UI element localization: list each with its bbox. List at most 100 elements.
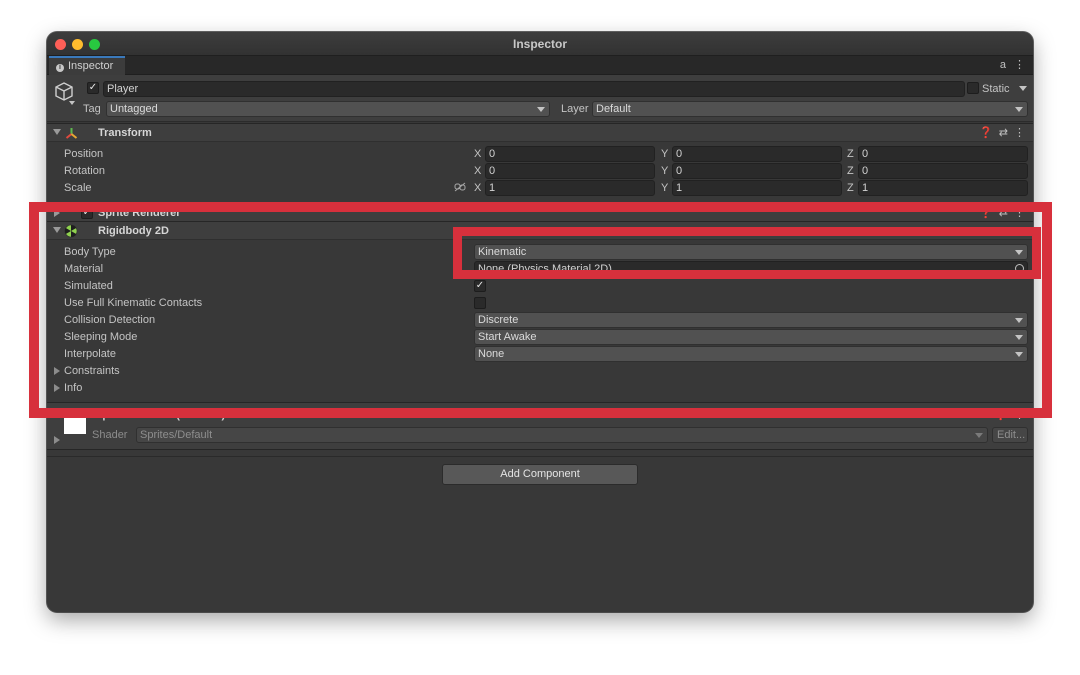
- gameobject-cube-icon: [55, 82, 73, 101]
- foldout-arrow-icon[interactable]: [54, 209, 60, 217]
- collision-detection-dropdown[interactable]: Discrete: [474, 312, 1028, 328]
- scale-z-field[interactable]: 1: [858, 180, 1028, 196]
- rigidbody-body: Body Type Kinematic Material None (Physi…: [47, 241, 1033, 401]
- interpolate-value: None: [478, 348, 505, 360]
- foldout-arrow-icon[interactable]: [53, 129, 61, 135]
- constrain-proportions-icon[interactable]: [454, 182, 466, 192]
- more-options-icon[interactable]: ⋮: [1014, 207, 1025, 219]
- help-icon[interactable]: ❓: [979, 207, 993, 219]
- simulated-label: Simulated: [64, 280, 113, 292]
- foldout-arrow-icon[interactable]: [54, 436, 60, 444]
- object-header: ✓ Player Static Tag Untagged Layer Defau…: [47, 75, 1033, 122]
- tab-inspector[interactable]: i Inspector: [49, 56, 125, 75]
- window-title: Inspector: [512, 37, 567, 51]
- axis-z-label: Z: [847, 148, 854, 160]
- body-type-value: Kinematic: [478, 246, 527, 258]
- axis-z-label: Z: [847, 165, 854, 177]
- axis-y-label: Y: [661, 148, 669, 160]
- add-component-separator: [47, 456, 1033, 457]
- rigidbody-icon: [64, 224, 78, 238]
- axis-x-label: X: [474, 182, 482, 194]
- rotation-z-field[interactable]: 0: [858, 163, 1028, 179]
- shader-value: Sprites/Default: [140, 429, 213, 441]
- tab-bar: i Inspector a ⋮: [47, 56, 1033, 75]
- constraints-foldout-icon[interactable]: [54, 367, 60, 375]
- simulated-checkbox[interactable]: ✓: [474, 280, 486, 292]
- full-kinematic-contacts-checkbox[interactable]: [474, 297, 486, 309]
- axis-z-label: Z: [847, 182, 854, 194]
- object-name-field[interactable]: Player: [103, 81, 965, 97]
- info-foldout-icon[interactable]: [54, 384, 60, 392]
- axis-x-label: X: [474, 148, 482, 160]
- scale-label: Scale: [64, 182, 92, 194]
- object-picker-icon[interactable]: [1015, 264, 1024, 273]
- rotation-label: Rotation: [64, 165, 105, 177]
- more-options-icon[interactable]: ⋮: [1014, 409, 1025, 421]
- layer-dropdown[interactable]: Default: [592, 101, 1028, 117]
- help-icon[interactable]: ❓: [979, 127, 993, 139]
- sleeping-mode-dropdown[interactable]: Start Awake: [474, 329, 1028, 345]
- static-label: Static: [982, 83, 1010, 95]
- inspector-window: Inspector i Inspector a ⋮ ✓ Player Static …: [47, 32, 1033, 612]
- sleeping-mode-label: Sleeping Mode: [64, 331, 138, 343]
- position-label: Position: [64, 148, 104, 160]
- position-z-field[interactable]: 0: [858, 146, 1028, 162]
- interpolate-dropdown[interactable]: None: [474, 346, 1028, 362]
- material-label: Material: [64, 263, 104, 275]
- layer-value: Default: [596, 103, 631, 115]
- preset-icon[interactable]: ⇄: [999, 207, 1008, 219]
- rigidbody-title: Rigidbody 2D: [98, 225, 169, 237]
- info-label[interactable]: Info: [64, 382, 82, 394]
- sprite-renderer-enabled-checkbox[interactable]: ✓: [81, 207, 93, 219]
- preset-icon[interactable]: ⇄: [999, 127, 1008, 139]
- position-x-field[interactable]: 0: [485, 146, 655, 162]
- static-dropdown-icon[interactable]: [1019, 86, 1027, 91]
- material-preview-swatch: [64, 412, 86, 434]
- interpolate-label: Interpolate: [64, 348, 116, 360]
- chevron-down-icon: [1015, 318, 1023, 323]
- more-options-icon[interactable]: ⋮: [1014, 127, 1025, 139]
- title-bar: Inspector: [47, 32, 1033, 56]
- add-component-button[interactable]: Add Component: [442, 464, 638, 485]
- scale-x-field[interactable]: 1: [485, 180, 655, 196]
- active-checkbox[interactable]: ✓: [87, 82, 99, 94]
- transform-header[interactable]: Transform ❓ ⇄ ⋮: [47, 123, 1033, 142]
- tag-dropdown[interactable]: Untagged: [106, 101, 550, 117]
- rotation-y-field[interactable]: 0: [672, 163, 842, 179]
- rigidbody-header[interactable]: Rigidbody 2D: [47, 221, 1033, 240]
- help-icon[interactable]: ❓: [994, 409, 1008, 421]
- sprite-renderer-header[interactable]: ✓ Sprite Renderer ❓ ⇄ ⋮: [47, 203, 1033, 222]
- material-title: Sprites-Default (Material): [95, 409, 226, 421]
- layer-label: Layer: [561, 103, 589, 115]
- axis-y-label: Y: [661, 165, 669, 177]
- material-field[interactable]: None (Physics Material 2D): [474, 261, 1028, 277]
- body-type-dropdown[interactable]: Kinematic: [474, 244, 1028, 260]
- position-y-field[interactable]: 0: [672, 146, 842, 162]
- tab-controls: a ⋮: [992, 58, 1025, 71]
- constraints-label[interactable]: Constraints: [64, 365, 120, 377]
- shader-dropdown[interactable]: Sprites/Default: [136, 427, 988, 443]
- full-kinematic-contacts-label: Use Full Kinematic Contacts: [64, 297, 203, 309]
- chevron-down-icon: [1015, 250, 1023, 255]
- collision-detection-label: Collision Detection: [64, 314, 156, 326]
- icon-dropdown-arrow[interactable]: [69, 101, 75, 105]
- tag-label: Tag: [83, 103, 101, 115]
- static-checkbox[interactable]: [967, 82, 979, 94]
- transform-title: Transform: [98, 127, 152, 139]
- more-options-icon[interactable]: ⋮: [1014, 59, 1025, 71]
- foldout-arrow-icon[interactable]: [53, 227, 61, 233]
- sprite-renderer-controls: ❓ ⇄ ⋮: [973, 206, 1025, 219]
- shader-label: Shader: [92, 429, 128, 441]
- chevron-down-icon: [1015, 335, 1023, 340]
- shader-edit-button[interactable]: Edit...: [992, 427, 1028, 443]
- sprite-renderer-title: Sprite Renderer: [98, 207, 181, 219]
- transform-controls: ❓ ⇄ ⋮: [973, 126, 1025, 139]
- tag-value: Untagged: [110, 103, 158, 115]
- collision-detection-value: Discrete: [478, 314, 519, 326]
- scale-y-field[interactable]: 1: [672, 180, 842, 196]
- rotation-x-field[interactable]: 0: [485, 163, 655, 179]
- tab-label: Inspector: [68, 60, 114, 72]
- chevron-down-icon: [1015, 352, 1023, 357]
- lock-icon[interactable]: a: [1000, 59, 1006, 71]
- chevron-down-icon: [975, 433, 983, 438]
